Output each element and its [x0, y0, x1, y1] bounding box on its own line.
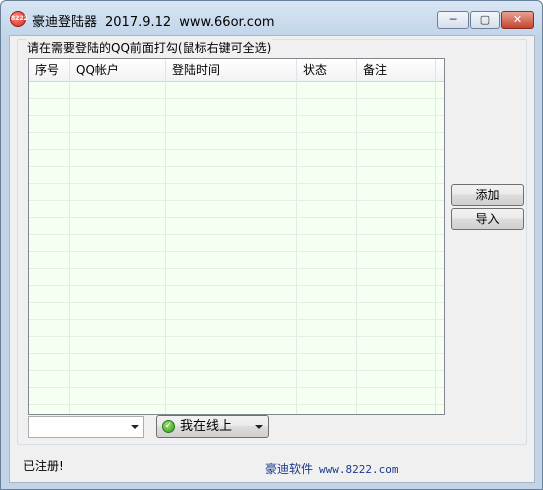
column-header-index[interactable]: 序号 [29, 59, 70, 82]
group-label: 请在需要登陆的QQ前面打勾(鼠标右键可全选) [26, 39, 273, 56]
account-group: 序号 QQ帐户 登陆时间 状态 备注 添加 导入 [17, 39, 527, 445]
list-header: 序号 QQ帐户 登陆时间 状态 备注 [29, 59, 444, 82]
account-select[interactable] [28, 416, 144, 438]
app-window: 8222 豪迪登陆器 2017.9.12 www.66or.com ─ ▢ ✕ 序号… [0, 0, 543, 490]
online-status-label: 我在线上 [180, 419, 233, 434]
online-check-icon: ✓ [162, 420, 175, 433]
maximize-button[interactable]: ▢ [470, 11, 500, 29]
brand-name: 豪迪软件 [265, 462, 314, 476]
column-header-login-time[interactable]: 登陆时间 [166, 59, 297, 82]
minimize-button[interactable]: ─ [437, 11, 469, 29]
column-header-qq-account[interactable]: QQ帐户 [70, 59, 166, 82]
chevron-down-icon[interactable] [255, 425, 263, 429]
import-button[interactable]: 导入 [451, 208, 524, 230]
title-bar[interactable]: 8222 豪迪登陆器 2017.9.12 www.66or.com ─ ▢ ✕ [1, 1, 542, 35]
add-button[interactable]: 添加 [451, 184, 524, 206]
list-body[interactable] [29, 82, 444, 414]
footer-brand[interactable]: 豪迪软件 www.8222.com [265, 460, 399, 477]
app-name: 豪迪登陆器 [32, 15, 98, 30]
chevron-down-icon[interactable] [131, 425, 139, 429]
column-header-note[interactable]: 备注 [357, 59, 436, 82]
close-button[interactable]: ✕ [501, 11, 534, 29]
app-version: 2017.9.12 [105, 15, 172, 30]
online-status-select[interactable]: ✓ 我在线上 [156, 415, 269, 438]
column-header-status[interactable]: 状态 [297, 59, 357, 82]
brand-url[interactable]: www.8222.com [319, 463, 398, 476]
app-website: www.66or.com [179, 15, 275, 30]
app-logo-icon[interactable]: 8222 [10, 11, 28, 27]
client-area: 序号 QQ帐户 登陆时间 状态 备注 添加 导入 请在需要登陆的QQ前面打勾(鼠… [9, 35, 535, 483]
window-title: 豪迪登陆器 2017.9.12 www.66or.com [32, 11, 275, 30]
registration-status: 已注册! [23, 459, 64, 473]
account-list[interactable]: 序号 QQ帐户 登陆时间 状态 备注 [28, 58, 445, 415]
